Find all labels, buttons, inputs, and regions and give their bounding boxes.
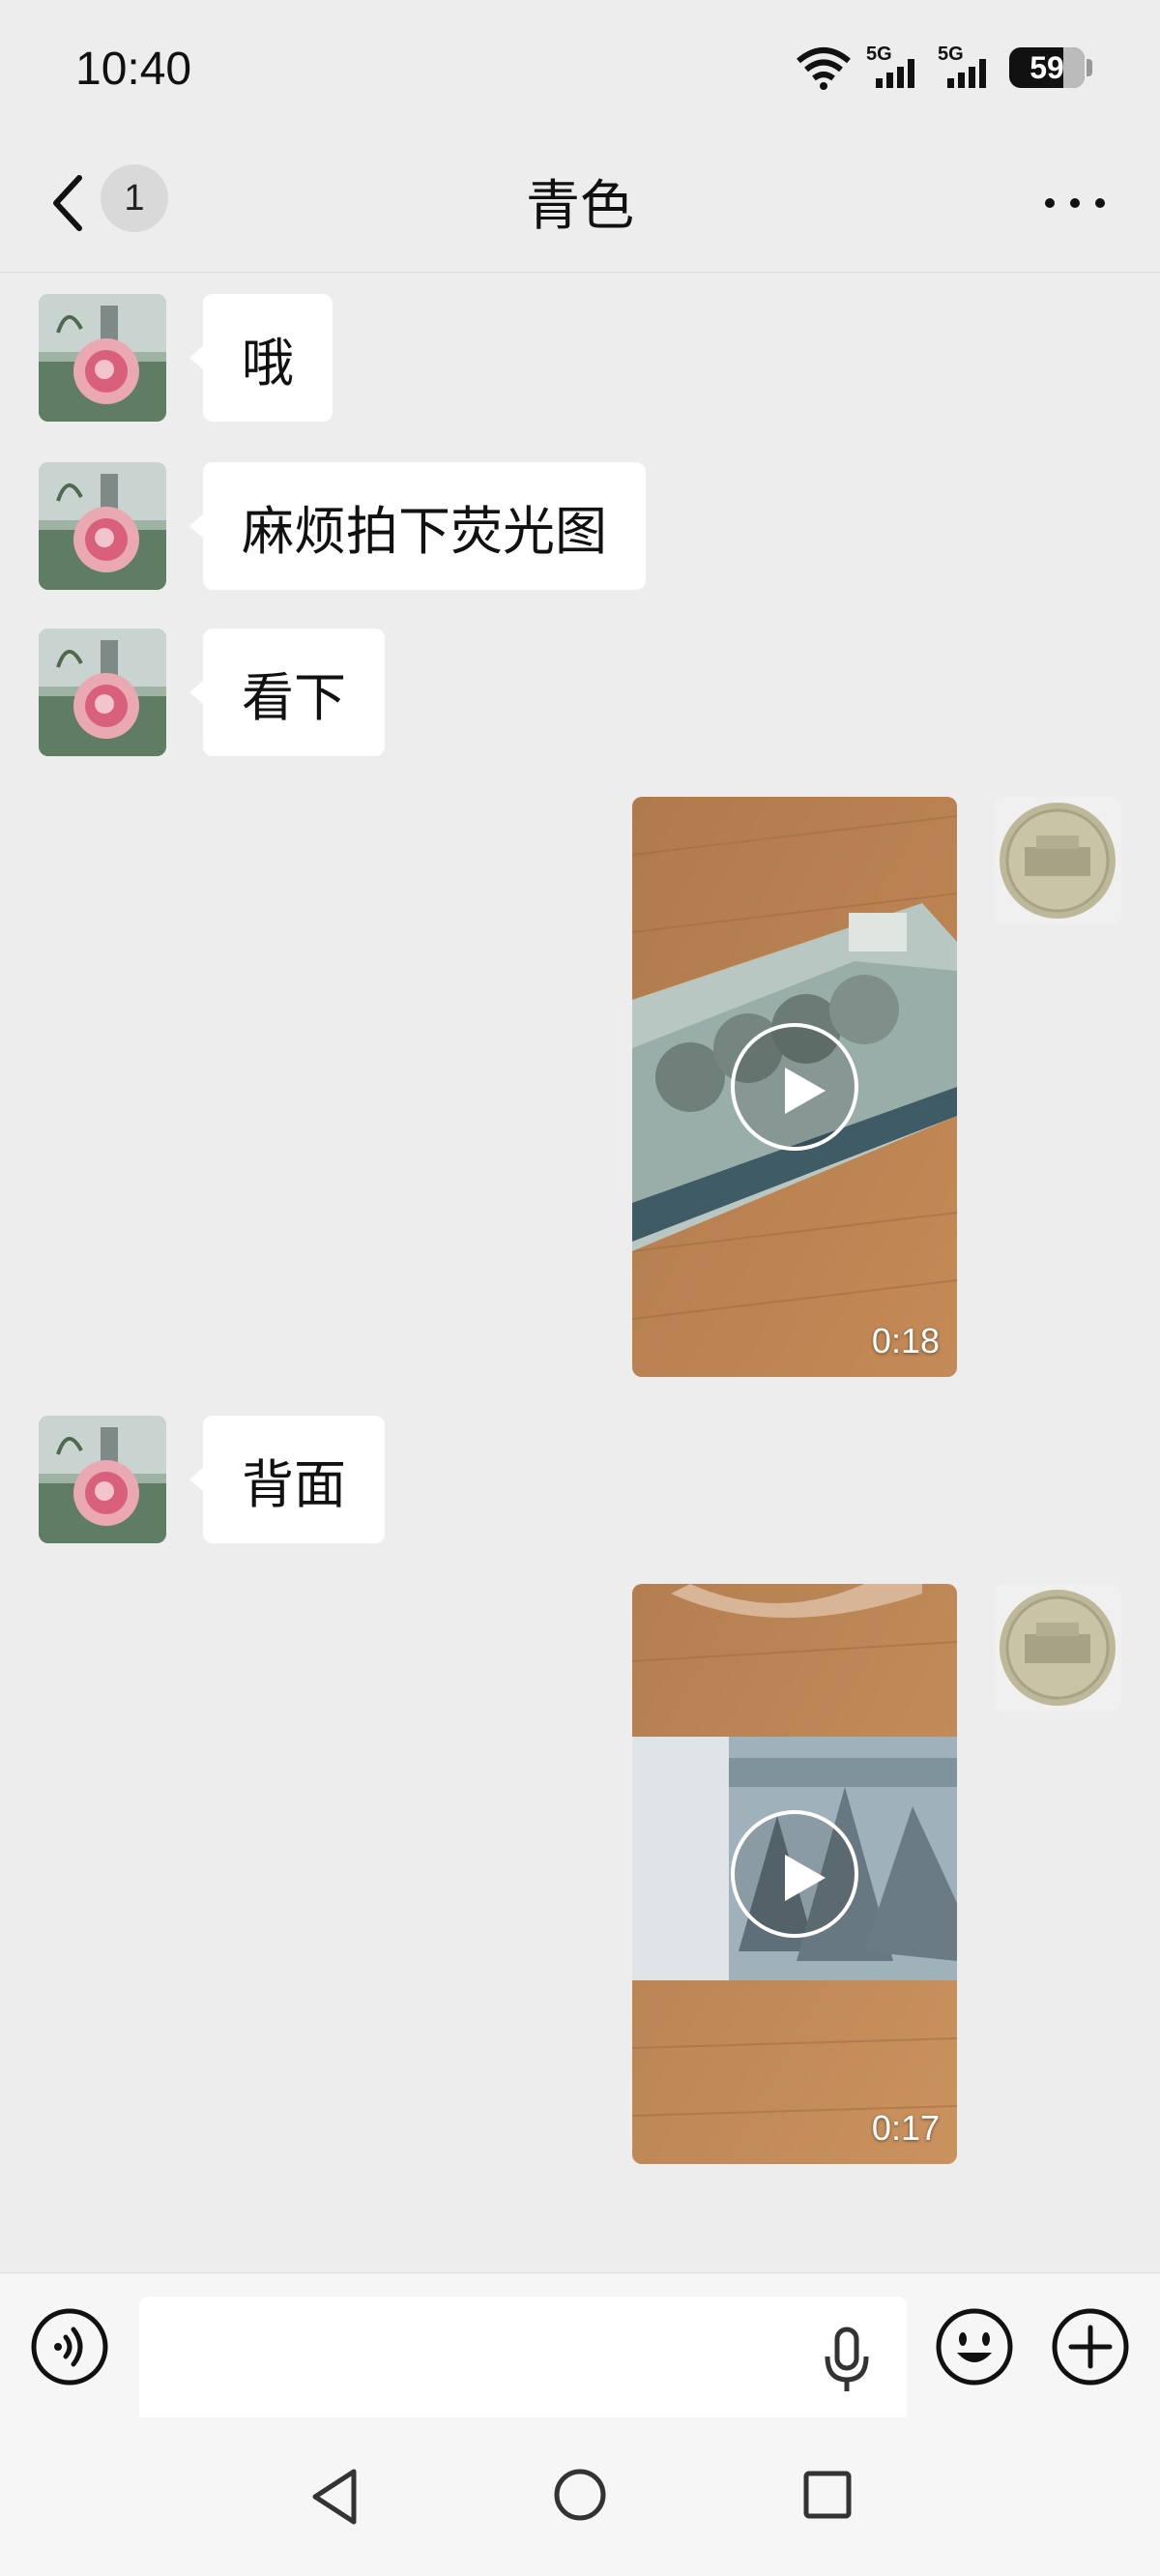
plus-icon[interactable] [1050,2306,1131,2387]
message-bubble[interactable]: 看下 [189,629,385,756]
signal-icon-2: 5G [938,44,996,92]
wifi-icon [797,47,851,90]
chat-header: 1 青色 [0,135,1160,273]
contact-avatar[interactable] [39,294,166,422]
battery-level: 59 [1030,49,1064,85]
battery-indicator: 59 [1009,47,1092,88]
more-dots-icon[interactable] [1036,174,1114,232]
play-icon[interactable] [731,1810,858,1938]
signal-icon-1: 5G [866,44,924,92]
my-avatar[interactable] [994,797,1121,924]
play-icon[interactable] [731,1023,858,1151]
system-nav-bar [0,2417,1160,2576]
nav-back-icon[interactable] [305,2466,363,2528]
emoji-icon[interactable] [934,2306,1015,2387]
my-avatar[interactable] [994,1584,1121,1712]
nav-recent-icon[interactable] [800,2468,855,2522]
video-message[interactable]: 0:17 [632,1584,957,2164]
contact-avatar[interactable] [39,462,166,590]
video-message[interactable]: 0:18 [632,797,957,1377]
mic-icon[interactable] [820,2326,874,2395]
input-bar [0,2272,1160,2424]
video-duration: 0:18 [871,1321,940,1361]
video-duration: 0:17 [871,2108,940,2148]
status-bar: 10:40 5G 5G 59 [0,0,1160,135]
nav-home-icon[interactable] [551,2466,609,2524]
status-time: 10:40 [75,44,192,95]
status-icons: 5G 5G 59 [795,39,1092,97]
chat-title: 青色 [526,175,634,238]
message-bubble[interactable]: 麻烦拍下荧光图 [189,462,646,590]
voice-icon[interactable] [29,2306,110,2387]
message-bubble[interactable]: 哦 [189,294,333,422]
contact-avatar[interactable] [39,1416,166,1543]
message-input[interactable] [139,2297,907,2424]
contact-avatar[interactable] [39,629,166,756]
message-bubble[interactable]: 背面 [189,1416,385,1543]
